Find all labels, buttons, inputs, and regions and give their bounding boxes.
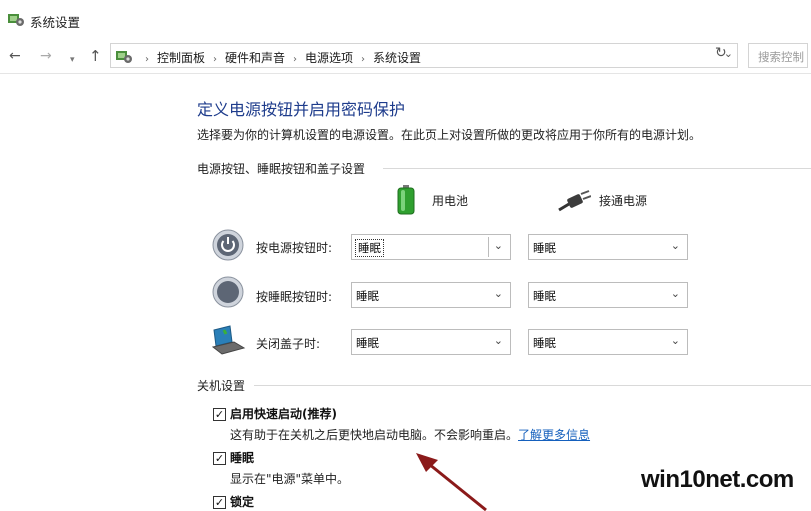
chevron-right-icon: ›	[293, 54, 298, 65]
chevron-down-icon: ⌄	[670, 239, 680, 252]
breadcrumb: › 控制面板 › 硬件和声音 › 电源选项 › 系统设置	[137, 49, 421, 66]
row-label-close-lid: 关闭盖子时:	[256, 337, 321, 351]
select-value: 睡眠	[533, 241, 556, 255]
breadcrumb-item-system-settings[interactable]: 系统设置	[373, 51, 421, 65]
power-button-icon	[212, 229, 244, 261]
row-label-sleep-button: 按睡眠按钮时:	[256, 290, 333, 304]
chevron-right-icon: ›	[361, 54, 366, 65]
sleep-button-battery-select[interactable]: 睡眠 ⌄	[351, 282, 511, 308]
select-value: 睡眠	[355, 239, 384, 257]
lock-label: 锁定	[230, 495, 255, 509]
back-arrow-icon[interactable]: ←	[9, 48, 21, 64]
battery-icon	[397, 185, 415, 215]
control-panel-icon	[116, 51, 132, 63]
page-description: 选择要为你的计算机设置的电源设置。在此页上对设置所做的更改将应用于你所有的电源计…	[197, 128, 702, 142]
lock-checkbox[interactable]: ✓	[213, 496, 226, 509]
chevron-down-icon: ⌄	[493, 239, 503, 252]
sleep-label: 睡眠	[230, 451, 255, 465]
select-value: 睡眠	[533, 289, 556, 303]
fast-startup-description-text: 这有助于在关机之后更快地启动电脑。不会影响重启。	[230, 428, 519, 442]
chevron-right-icon: ›	[145, 54, 149, 65]
chevron-down-icon: ⌄	[493, 334, 503, 347]
recent-locations-icon[interactable]: ▾	[70, 52, 75, 68]
window-title: 系统设置	[30, 15, 81, 30]
sleep-button-icon	[212, 276, 244, 308]
select-value: 睡眠	[356, 289, 379, 303]
section-title-shutdown: 关机设置	[197, 379, 246, 393]
search-input[interactable]: 搜索控制	[748, 43, 808, 68]
row-label-power-button: 按电源按钮时:	[256, 241, 333, 255]
close-lid-battery-select[interactable]: 睡眠 ⌄	[351, 329, 511, 355]
power-button-plugged-select[interactable]: 睡眠 ⌄	[528, 234, 688, 260]
address-bar[interactable]: › 控制面板 › 硬件和声音 › 电源选项 › 系统设置 ⌄	[110, 43, 738, 68]
watermark: win10net.com	[641, 466, 794, 493]
up-arrow-icon[interactable]: ↑	[89, 48, 102, 64]
annotation-arrow	[416, 453, 487, 511]
divider	[383, 168, 811, 169]
title-bar: 系统设置	[0, 0, 811, 40]
power-button-battery-select[interactable]: 睡眠 ⌄	[351, 234, 511, 260]
search-placeholder: 搜索控制	[758, 50, 804, 64]
power-plug-icon	[558, 190, 591, 212]
select-value: 睡眠	[533, 336, 556, 350]
breadcrumb-item-hardware-sound[interactable]: 硬件和声音	[225, 51, 285, 65]
close-lid-plugged-select[interactable]: 睡眠 ⌄	[528, 329, 688, 355]
chevron-down-icon: ⌄	[670, 287, 680, 300]
refresh-icon[interactable]: ↻	[715, 45, 727, 61]
chevron-down-icon: ⌄	[670, 334, 680, 347]
fast-startup-label: 启用快速启动(推荐)	[230, 407, 337, 421]
column-header-plugged-in: 接通电源	[599, 194, 648, 208]
learn-more-link[interactable]: 了解更多信息	[518, 428, 590, 442]
divider	[254, 385, 811, 386]
chevron-down-icon: ⌄	[493, 287, 503, 300]
column-header-battery: 用电池	[432, 194, 469, 208]
sleep-checkbox[interactable]: ✓	[213, 452, 226, 465]
breadcrumb-item-control-panel[interactable]: 控制面板	[157, 51, 205, 65]
sleep-description: 显示在"电源"菜单中。	[230, 472, 350, 486]
fast-startup-description: 这有助于在关机之后更快地启动电脑。不会影响重启。了解更多信息	[230, 426, 590, 443]
page-title: 定义电源按钮并启用密码保护	[197, 100, 406, 119]
control-panel-icon	[8, 14, 24, 26]
divider	[0, 73, 811, 74]
forward-arrow-icon[interactable]: →	[40, 48, 52, 64]
chevron-right-icon: ›	[213, 54, 218, 65]
laptop-lid-icon	[211, 325, 246, 355]
breadcrumb-item-power-options[interactable]: 电源选项	[305, 51, 353, 65]
sleep-button-plugged-select[interactable]: 睡眠 ⌄	[528, 282, 688, 308]
select-value: 睡眠	[356, 336, 379, 350]
fast-startup-checkbox[interactable]: ✓	[213, 408, 226, 421]
section-title-buttons: 电源按钮、睡眠按钮和盖子设置	[197, 162, 366, 176]
